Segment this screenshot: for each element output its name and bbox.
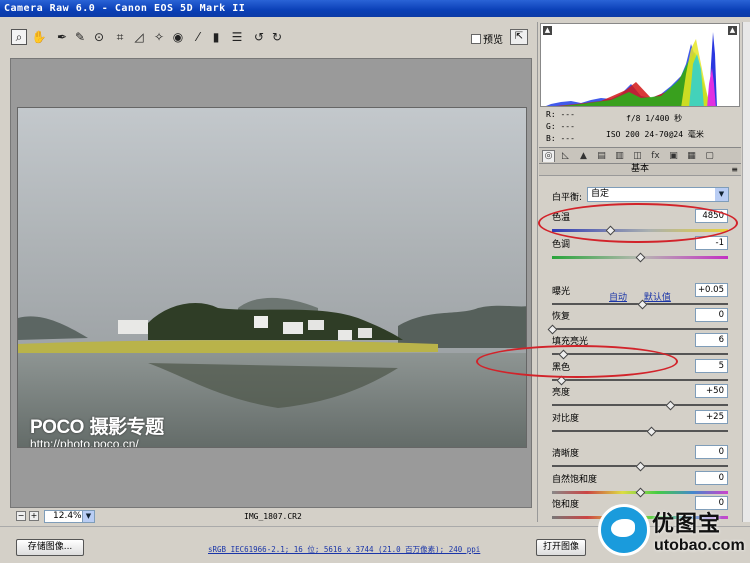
straighten-icon[interactable]: ◿ <box>131 29 147 45</box>
brightness-label: 亮度 <box>552 388 571 398</box>
exposure-value-field[interactable]: +0.05 <box>695 283 728 297</box>
default-link[interactable]: 默认值 <box>644 293 671 303</box>
histogram: ▲ ▲ <box>540 23 740 107</box>
readout-r: R: --- <box>546 110 575 119</box>
preview-label: 预览 <box>483 35 503 46</box>
recovery-slider[interactable] <box>552 328 728 330</box>
brand-name: 优图宝 <box>652 512 722 537</box>
brightness-slider-thumb[interactable] <box>665 400 676 411</box>
color-sampler-icon[interactable]: ✎ <box>72 29 88 45</box>
tab-detail-icon[interactable]: ▲ <box>577 150 590 162</box>
preview-checkbox[interactable]: 预览 <box>471 31 503 46</box>
panel-menu-icon[interactable]: ≡ <box>731 164 738 175</box>
photo-preview: POCO 摄影专题 http://photo.poco.cn/ <box>17 107 527 448</box>
zoom-out-button[interactable]: − <box>16 511 26 521</box>
tab-hsl-icon[interactable]: ▤ <box>595 150 608 162</box>
contrast-slider[interactable] <box>552 430 728 432</box>
panel-scrollbar[interactable] <box>742 22 750 522</box>
blacks-annotation-ring <box>476 345 678 378</box>
rotate-cw-icon[interactable]: ↻ <box>269 29 285 45</box>
tab-effects-icon[interactable]: fx <box>649 150 662 162</box>
status-bar: − + 12.4% ▼ IMG_1807.CR2 <box>10 508 532 525</box>
recovery-label: 恢复 <box>552 312 571 322</box>
bird-logo-icon <box>598 504 650 556</box>
zoom-icon[interactable]: ⌕ <box>11 29 27 45</box>
workflow-options-link[interactable]: sRGB IEC61966-2.1; 16 位; 5616 x 3744 (21… <box>208 544 480 555</box>
target-adjust-icon[interactable]: ⊙ <box>91 29 107 45</box>
temperature-annotation-ring <box>538 203 738 243</box>
tab-camera-calibration-icon[interactable]: ▣ <box>667 150 680 162</box>
brand-url: utobao.com <box>654 537 745 554</box>
section-title: 基本 ≡ <box>539 164 741 176</box>
vibrance-value-field[interactable]: 0 <box>695 471 728 485</box>
camera-exposure: f/8 1/400 秒 <box>626 114 683 123</box>
clarity-label: 清晰度 <box>552 449 580 459</box>
preview-checkbox-box[interactable] <box>471 33 481 44</box>
recovery-value-field[interactable]: 0 <box>695 308 728 322</box>
clarity-value-field[interactable]: 0 <box>695 445 728 459</box>
landscape-photo <box>18 108 526 447</box>
preferences-icon[interactable]: ☰ <box>229 29 245 45</box>
rotate-ccw-icon[interactable]: ↺ <box>251 29 267 45</box>
poco-watermark: POCO 摄影专题 http://photo.poco.cn/ <box>30 412 165 447</box>
window-title: Camera Raw 6.0 - Canon EOS 5D Mark II <box>0 0 750 17</box>
fill-light-value-field[interactable]: 6 <box>695 333 728 347</box>
histogram-graph <box>546 32 717 106</box>
brightness-slider[interactable] <box>552 404 728 406</box>
tab-presets-icon[interactable]: ▦ <box>685 150 698 162</box>
white-balance-value: 自定 <box>591 189 610 199</box>
exposure-label: 曝光 <box>552 287 571 297</box>
zoom-in-button[interactable]: + <box>29 511 39 521</box>
panel-tabs: ◎ ◺ ▲ ▤ ▥ ◫ fx ▣ ▦ ▢ <box>539 147 741 164</box>
brightness-value-field[interactable]: +50 <box>695 384 728 398</box>
white-balance-icon[interactable]: ✒ <box>54 29 70 45</box>
saturation-label: 饱和度 <box>552 500 580 510</box>
camera-iso-lens: ISO 200 24-70@24 毫米 <box>606 130 704 139</box>
adjustment-brush-icon[interactable]: ⁄ <box>190 29 206 45</box>
chevron-down-icon[interactable]: ▼ <box>82 510 95 523</box>
filename: IMG_1807.CR2 <box>244 512 302 521</box>
fullscreen-icon[interactable]: ⇱ <box>510 29 528 45</box>
spot-removal-icon[interactable]: ✧ <box>151 29 167 45</box>
auto-link[interactable]: 自动 <box>609 293 627 303</box>
contrast-value-field[interactable]: +25 <box>695 410 728 424</box>
image-canvas[interactable]: POCO 摄影专题 http://photo.poco.cn/ <box>10 58 532 508</box>
watermark-logo: POCO <box>30 417 84 438</box>
utobao-watermark: 优图宝 utobao.com <box>598 504 750 562</box>
hand-icon[interactable]: ✋ <box>31 29 47 45</box>
save-image-button[interactable]: 存储图像... <box>16 539 84 556</box>
tab-lens-icon[interactable]: ◫ <box>631 150 644 162</box>
toolbar: ⌕ ✋ ✒ ✎ ⊙ ⌗ ◿ ✧ ◉ ⁄ ▮ ☰ ↺ ↻ <box>8 26 532 52</box>
open-image-button[interactable]: 打开图像 <box>536 539 586 556</box>
highlight-clipping-icon[interactable]: ▲ <box>728 26 737 35</box>
blacks-value-field[interactable]: 5 <box>695 359 728 373</box>
vibrance-slider-thumb[interactable] <box>635 487 646 498</box>
clarity-slider-thumb[interactable] <box>635 461 646 472</box>
shadow-clipping-icon[interactable]: ▲ <box>543 26 552 35</box>
readout-b: B: --- <box>546 134 575 143</box>
watermark-logo-cn: 摄影专题 <box>89 417 165 438</box>
tab-snapshots-icon[interactable]: ▢ <box>703 150 716 162</box>
white-balance-label: 白平衡: <box>552 193 583 203</box>
auto-default-links: 自动 默认值 <box>609 290 685 303</box>
contrast-label: 对比度 <box>552 414 580 424</box>
section-title-label: 基本 <box>630 164 649 174</box>
red-eye-icon[interactable]: ◉ <box>170 29 186 45</box>
readout-g: G: --- <box>546 122 575 131</box>
tint-slider-thumb[interactable] <box>635 252 646 263</box>
tint-label: 色调 <box>552 240 571 250</box>
crop-icon[interactable]: ⌗ <box>112 29 128 45</box>
adjustments-panel: ▲ ▲ R: --- G: --- B: --- f/8 1/400 秒 ISO… <box>537 22 742 523</box>
blacks-slider[interactable] <box>552 379 728 381</box>
vibrance-label: 自然饱和度 <box>552 475 598 485</box>
tab-basic-icon[interactable]: ◎ <box>542 150 555 162</box>
graduated-filter-icon[interactable]: ▮ <box>208 29 224 45</box>
tab-tone-curve-icon[interactable]: ◺ <box>559 150 572 162</box>
chevron-down-icon[interactable]: ▼ <box>715 188 728 201</box>
tab-split-toning-icon[interactable]: ▥ <box>613 150 626 162</box>
recovery-slider-thumb[interactable] <box>547 324 558 335</box>
contrast-slider-thumb[interactable] <box>646 426 656 437</box>
white-balance-select[interactable]: 自定 ▼ <box>587 187 729 202</box>
